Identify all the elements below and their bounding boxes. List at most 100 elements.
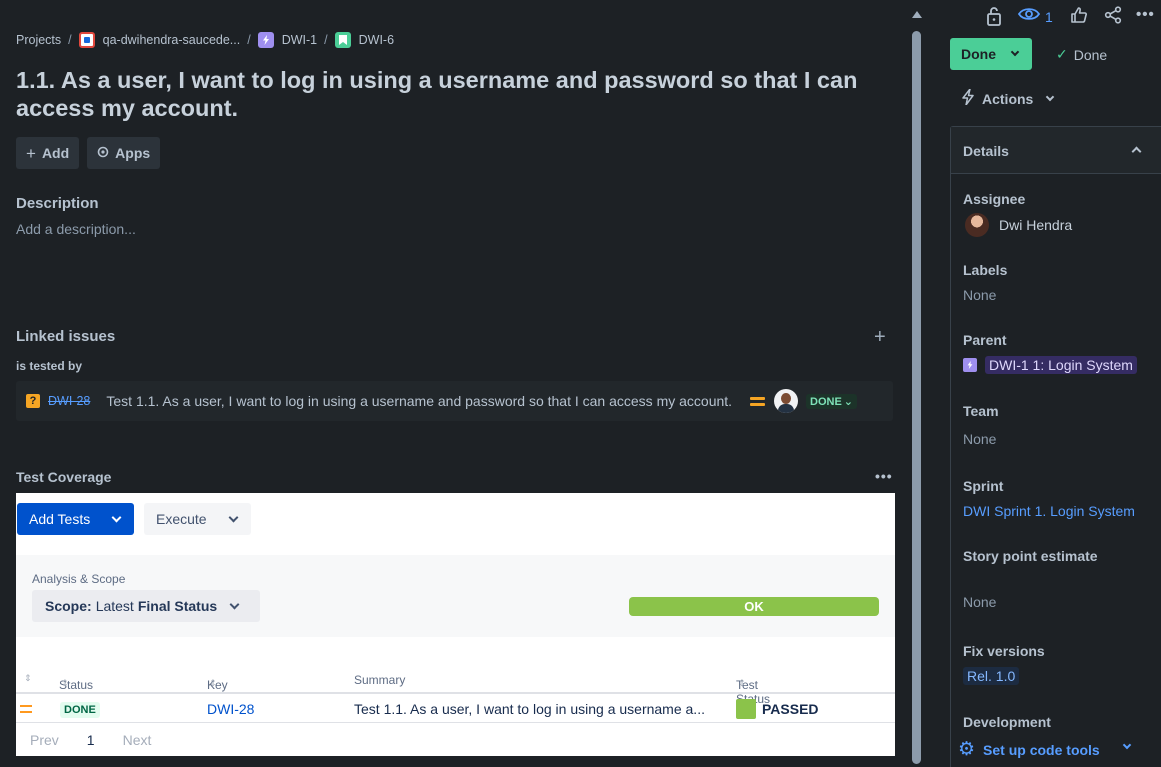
share-icon[interactable] — [1104, 6, 1122, 29]
linked-issue-key[interactable]: DWI-28 — [48, 394, 90, 408]
breadcrumb-separator: / — [247, 33, 251, 47]
apps-button-label: Apps — [115, 145, 151, 161]
labels-field[interactable]: None — [963, 287, 996, 303]
eye-icon — [1017, 6, 1041, 27]
coverage-table-header: ⇕ Status⇕ Key⇕ Summary Test Status⇕ — [16, 668, 895, 706]
development-label: Development — [963, 714, 1051, 730]
sort-icon[interactable]: ⇕ — [24, 673, 32, 684]
test-coverage-panel: Add Tests Execute Analysis & Scope Scope… — [16, 493, 895, 756]
team-field[interactable]: None — [963, 431, 996, 447]
sprint-field[interactable]: DWI Sprint 1. Login System — [963, 503, 1135, 519]
gear-icon: ⚙ — [958, 739, 976, 760]
chevron-down-icon — [1010, 47, 1020, 57]
main-scrollbar[interactable] — [908, 0, 926, 767]
details-header[interactable]: Details — [951, 127, 1161, 174]
breadcrumb-epic-label: DWI-1 — [281, 33, 318, 47]
lock-icon[interactable] — [986, 6, 1002, 31]
issue-toolbar: + Add Apps — [16, 137, 161, 169]
linked-issue-status-label: DONE — [810, 395, 842, 408]
actions-menu-button[interactable]: Actions — [962, 88, 1055, 108]
breadcrumb-project-label: qa-dwihendra-saucede... — [102, 33, 241, 47]
coverage-status-bar: OK — [629, 597, 879, 616]
analysis-scope-label: Analysis & Scope — [32, 572, 126, 586]
add-button-label: Add — [41, 145, 70, 161]
epic-icon — [963, 358, 977, 372]
setup-code-tools-button[interactable]: ⚙ Set up code tools — [958, 738, 1100, 761]
issue-sidebar: 1 ••• Done ✓ Done Actions Details Assign… — [926, 0, 1161, 767]
assignee-label: Assignee — [963, 191, 1026, 207]
passed-status-swatch — [736, 699, 756, 719]
scope-select[interactable]: Scope: Latest Final Status — [32, 590, 260, 622]
details-heading: Details — [963, 143, 1009, 159]
avatar — [965, 213, 989, 237]
scope-value: Final Status — [137, 598, 218, 614]
chevron-down-icon — [111, 512, 122, 523]
issue-title[interactable]: 1.1. As a user, I want to log in using a… — [16, 66, 896, 122]
linked-issue-summary[interactable]: Test 1.1. As a user, I want to log in us… — [106, 393, 732, 409]
execute-button[interactable]: Execute — [144, 503, 251, 535]
avatar[interactable] — [774, 389, 798, 413]
breadcrumb-separator: / — [68, 33, 72, 47]
description-field[interactable]: Add a description... — [16, 221, 136, 237]
parent-field[interactable]: DWI-1 1: Login System — [963, 356, 1137, 374]
prev-page-button[interactable]: Prev — [30, 732, 59, 748]
status-transition-button[interactable]: Done — [950, 38, 1032, 70]
parent-value[interactable]: DWI-1 1: Login System — [985, 356, 1137, 374]
issue-header-actions: 1 ••• — [926, 6, 1161, 30]
add-linked-issue-button[interactable]: + — [874, 327, 886, 347]
test-type-icon: ? — [26, 394, 40, 408]
linked-issues-heading: Linked issues — [16, 328, 116, 345]
analysis-scope-section: Analysis & Scope Scope: Latest Final Sta… — [16, 555, 895, 637]
resolution-label: Done — [1073, 46, 1108, 63]
page-number[interactable]: 1 — [87, 732, 95, 748]
test-summary: Test 1.1. As a user, I want to log in us… — [354, 701, 705, 717]
bolt-icon — [962, 88, 974, 108]
labels-label: Labels — [963, 262, 1008, 278]
parent-label: Parent — [963, 332, 1007, 348]
project-icon — [78, 32, 95, 48]
link-relation-label: is tested by — [16, 359, 83, 373]
medium-priority-icon — [750, 395, 765, 407]
story-points-label: Story point estimate — [963, 548, 1098, 564]
breadcrumb-epic[interactable]: DWI-1 — [257, 32, 318, 48]
column-summary: Summary — [354, 673, 406, 687]
resolution-status: ✓ Done — [1056, 46, 1107, 63]
fix-version-chip[interactable]: Rel. 1.0 — [963, 667, 1020, 685]
test-key-link[interactable]: DWI-28 — [207, 701, 254, 717]
linked-issue-status[interactable]: DONE ⌄ — [806, 394, 857, 409]
scrollbar-thumb[interactable] — [912, 31, 921, 764]
chevron-up-icon — [1131, 146, 1142, 157]
more-icon[interactable]: ••• — [875, 468, 893, 484]
execute-label: Execute — [156, 511, 207, 527]
pagination: Prev 1 Next — [30, 732, 151, 748]
breadcrumb-issue-label: DWI-6 — [358, 33, 395, 47]
story-icon — [334, 32, 351, 48]
table-row[interactable]: DONE DWI-28 Test 1.1. As a user, I want … — [16, 694, 895, 723]
chevron-down-icon — [228, 512, 239, 523]
status-button-label: Done — [961, 46, 996, 62]
assignee-field[interactable]: Dwi Hendra — [965, 213, 1072, 237]
assignee-value: Dwi Hendra — [999, 217, 1073, 233]
breadcrumb-projects[interactable]: Projects — [16, 33, 61, 47]
story-points-field[interactable]: None — [963, 594, 996, 610]
breadcrumb-project[interactable]: qa-dwihendra-saucede... — [78, 32, 241, 48]
sprint-label: Sprint — [963, 478, 1004, 494]
setup-code-tools-label: Set up code tools — [983, 741, 1100, 758]
epic-icon — [257, 32, 274, 48]
linked-issue-row[interactable]: ? DWI-28 Test 1.1. As a user, I want to … — [16, 381, 893, 421]
add-button[interactable]: + Add — [16, 137, 80, 169]
scroll-up-icon[interactable] — [912, 11, 922, 18]
apps-button[interactable]: Apps — [87, 137, 161, 169]
thumbs-up-icon[interactable] — [1070, 6, 1088, 29]
test-status: PASSED — [762, 701, 819, 717]
actions-label: Actions — [982, 90, 1034, 107]
breadcrumb: Projects / qa-dwihendra-saucede... / DWI… — [16, 32, 394, 48]
add-tests-button[interactable]: Add Tests — [17, 503, 134, 535]
fix-versions-label: Fix versions — [963, 643, 1045, 659]
more-icon[interactable]: ••• — [1136, 6, 1155, 23]
plus-icon: + — [26, 143, 36, 163]
next-page-button[interactable]: Next — [123, 732, 152, 748]
test-coverage-heading: Test Coverage — [16, 469, 112, 485]
breadcrumb-issue[interactable]: DWI-6 — [334, 32, 395, 48]
watch-button[interactable]: 1 — [1017, 6, 1053, 27]
